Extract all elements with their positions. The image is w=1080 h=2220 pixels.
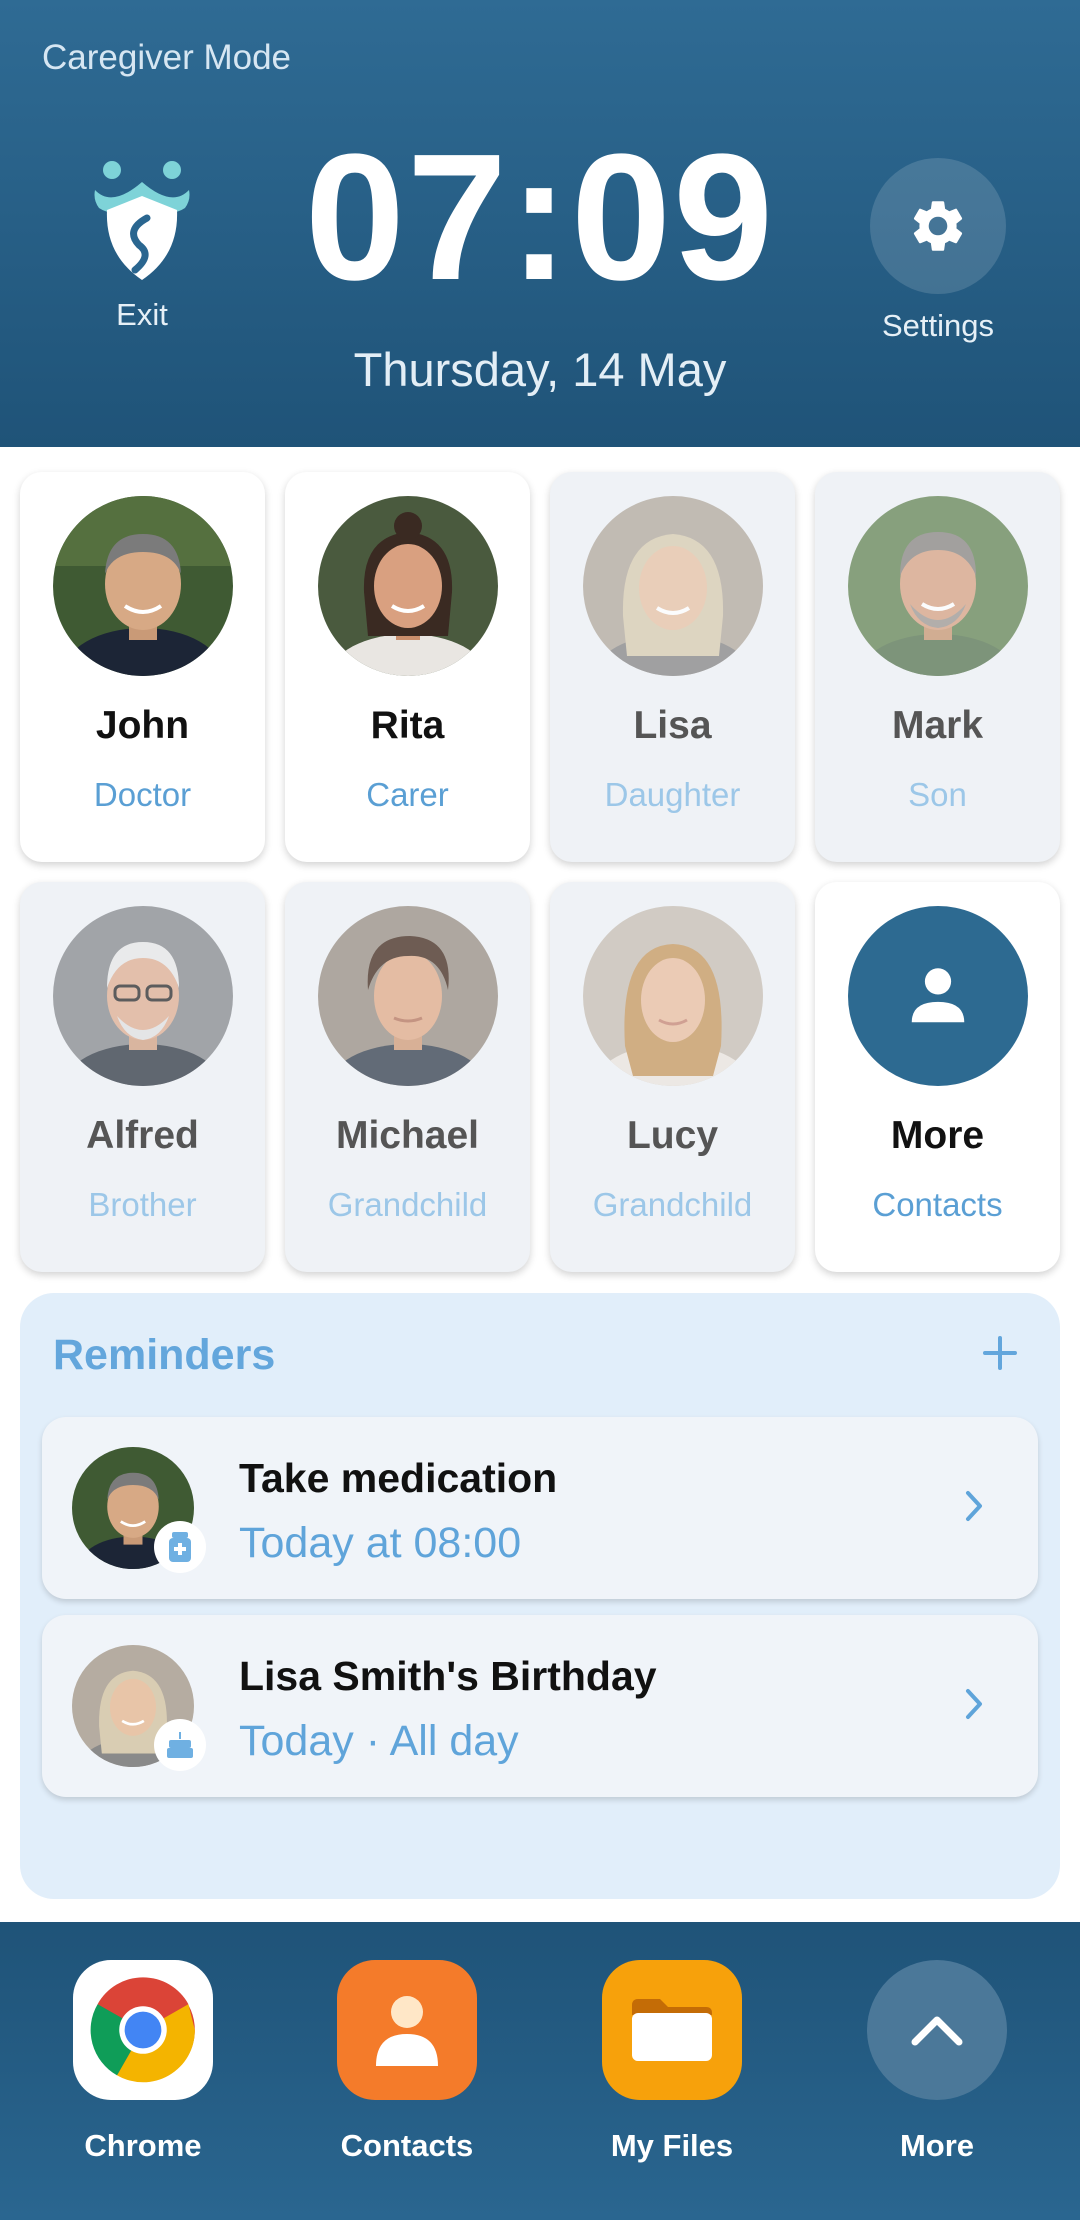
contacts-grid: John Doctor Rita Carer Lisa Daughter Mar… (20, 472, 1060, 1272)
reminder-title: Take medication (239, 1455, 558, 1501)
dock-app-chrome[interactable]: Chrome (43, 1960, 243, 2164)
header: Caregiver Mode Exit 07:09 Thursday, 14 M… (0, 0, 1080, 447)
clock-date: Thursday, 14 May (353, 343, 727, 396)
chrome-icon (73, 1960, 213, 2100)
contact-role: Grandchild (327, 1186, 488, 1223)
michael-photo (317, 906, 498, 1086)
chevron-right-icon (966, 1491, 982, 1521)
folder-icon (602, 1960, 742, 2100)
gear-icon (913, 201, 963, 251)
contact-role: Daughter (604, 776, 741, 813)
contact-card-michael[interactable]: Michael Grandchild (285, 882, 530, 1272)
dock-label: Contacts (340, 2128, 474, 2163)
contact-role: Doctor (93, 776, 192, 813)
reminder-item-birthday[interactable]: Lisa Smith's Birthday Today · All day (42, 1615, 1038, 1797)
contact-role: Grandchild (592, 1186, 753, 1223)
chrome-logo (90, 1977, 195, 2083)
app-dock: Chrome Contacts My Files More (0, 1922, 1080, 2220)
reminders-title: Reminders (53, 1331, 276, 1379)
contact-card-mark[interactable]: Mark Son (815, 472, 1060, 862)
plus-icon (983, 1336, 1017, 1370)
reminders-panel: Reminders Take medication Today at 08:00… (20, 1293, 1060, 1899)
dock-label: My Files (610, 2128, 734, 2163)
reminder-subtitle: Today at 08:00 (239, 1519, 522, 1567)
lisa-photo (582, 496, 763, 676)
person-icon (911, 968, 964, 1023)
chevron-up-glyph (911, 2016, 963, 2046)
settings-label: Settings (881, 308, 994, 343)
chevron-up-icon (867, 1960, 1007, 2100)
dock-app-contacts[interactable]: Contacts (307, 1960, 507, 2164)
contact-name: Lucy (626, 1114, 719, 1157)
contact-name: Mark (891, 704, 984, 747)
avatar (317, 496, 498, 676)
reminder-badge (154, 1719, 206, 1771)
alfred-photo (52, 906, 233, 1086)
contact-card-rita[interactable]: Rita Carer (285, 472, 530, 862)
contact-role: Contacts (872, 1186, 1003, 1223)
chevron-right-icon (966, 1689, 982, 1719)
reminder-badge (154, 1521, 206, 1573)
birthday-cake-icon (167, 1732, 193, 1758)
add-reminder-button[interactable] (970, 1323, 1030, 1383)
mark-photo (847, 496, 1028, 676)
contact-name: Rita (370, 704, 445, 747)
contact-role: Brother (88, 1186, 197, 1223)
avatar (52, 496, 233, 676)
dock-label: More (899, 2128, 975, 2163)
contact-name: More (890, 1114, 985, 1157)
reminder-item-medication[interactable]: Take medication Today at 08:00 (42, 1417, 1038, 1599)
dock-app-my-files[interactable]: My Files (572, 1960, 772, 2164)
contact-card-john[interactable]: John Doctor (20, 472, 265, 862)
contact-card-lucy[interactable]: Lucy Grandchild (550, 882, 795, 1272)
contact-name: Alfred (86, 1114, 199, 1157)
contacts-person-glyph (376, 1996, 438, 2066)
more-contacts-card[interactable]: More Contacts (815, 882, 1060, 1272)
more-contacts-avatar (847, 906, 1028, 1086)
dock-app-more[interactable]: More (837, 1960, 1037, 2164)
settings-button[interactable]: Settings (860, 158, 1016, 344)
contact-name: Lisa (633, 704, 712, 747)
contact-card-lisa[interactable]: Lisa Daughter (550, 472, 795, 862)
contacts-icon (337, 1960, 477, 2100)
reminder-title: Lisa Smith's Birthday (239, 1653, 657, 1699)
medication-icon (169, 1532, 191, 1562)
contact-name: Michael (335, 1114, 480, 1157)
john-photo (52, 496, 233, 676)
contact-card-alfred[interactable]: Alfred Brother (20, 882, 265, 1272)
contact-name: John (95, 704, 190, 747)
settings-circle[interactable] (870, 158, 1006, 294)
contact-role: Son (908, 776, 967, 813)
dock-label: Chrome (84, 2128, 202, 2163)
folder-glyph (632, 1999, 712, 2061)
avatar (582, 906, 763, 1086)
avatar (52, 906, 233, 1086)
contact-role: Carer (366, 776, 449, 813)
avatar (317, 906, 498, 1086)
avatar (582, 496, 763, 676)
avatar (847, 496, 1028, 676)
rita-photo (317, 496, 498, 676)
lucy-photo (582, 906, 763, 1086)
reminder-subtitle: Today · All day (239, 1717, 519, 1765)
mode-label: Caregiver Mode (42, 38, 291, 77)
